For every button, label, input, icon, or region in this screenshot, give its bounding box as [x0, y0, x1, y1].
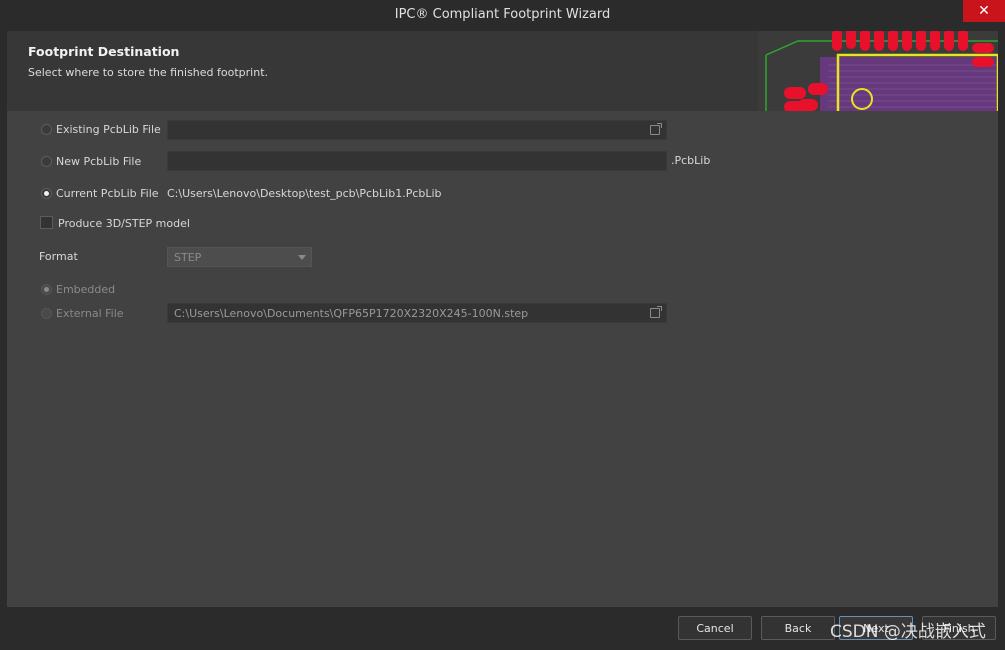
format-label: Format	[39, 250, 78, 263]
main-panel: Existing PcbLib File New PcbLib File .Pc…	[7, 111, 998, 607]
current-pcblib-path: C:\Users\Lenovo\Desktop\test_pcb\PcbLib1…	[167, 187, 442, 200]
page-title: Footprint Destination	[28, 44, 180, 59]
new-pcblib-field[interactable]	[167, 151, 667, 171]
window-title: IPC® Compliant Footprint Wizard	[394, 7, 611, 22]
produce-3d-checkbox[interactable]	[40, 216, 53, 229]
external-file-radio[interactable]	[41, 308, 52, 319]
title-bar: IPC® Compliant Footprint Wizard ✕	[0, 0, 1005, 30]
existing-pcblib-field[interactable]	[167, 120, 667, 140]
watermark-text: CSDN @决战嵌入式	[830, 622, 986, 642]
wizard-header: Footprint Destination Select where to st…	[7, 31, 998, 111]
current-pcblib-label[interactable]: Current PcbLib File	[56, 187, 159, 200]
folder-browse-icon[interactable]	[650, 123, 662, 135]
new-pcblib-radio[interactable]	[41, 156, 52, 167]
external-file-field[interactable]: C:\Users\Lenovo\Documents\QFP65P1720X232…	[167, 303, 667, 323]
pcb-footprint-illustration	[758, 31, 998, 111]
embedded-radio[interactable]	[41, 284, 52, 295]
current-pcblib-radio[interactable]	[41, 188, 52, 199]
external-file-path: C:\Users\Lenovo\Documents\QFP65P1720X232…	[174, 307, 529, 320]
existing-pcblib-radio[interactable]	[41, 124, 52, 135]
external-file-label[interactable]: External File	[56, 307, 124, 320]
embedded-label[interactable]: Embedded	[56, 283, 115, 296]
close-button[interactable]: ✕	[963, 0, 1005, 22]
folder-browse-icon[interactable]	[650, 306, 662, 318]
existing-pcblib-label[interactable]: Existing PcbLib File	[56, 123, 161, 136]
chevron-down-icon	[298, 255, 306, 260]
format-value: STEP	[174, 251, 202, 264]
pcblib-extension: .PcbLib	[671, 154, 711, 167]
new-pcblib-label[interactable]: New PcbLib File	[56, 155, 141, 168]
produce-3d-label[interactable]: Produce 3D/STEP model	[58, 217, 190, 230]
page-subtitle: Select where to store the finished footp…	[28, 66, 269, 79]
back-button[interactable]: Back	[761, 616, 835, 640]
cancel-button[interactable]: Cancel	[678, 616, 752, 640]
format-select[interactable]: STEP	[167, 247, 312, 267]
